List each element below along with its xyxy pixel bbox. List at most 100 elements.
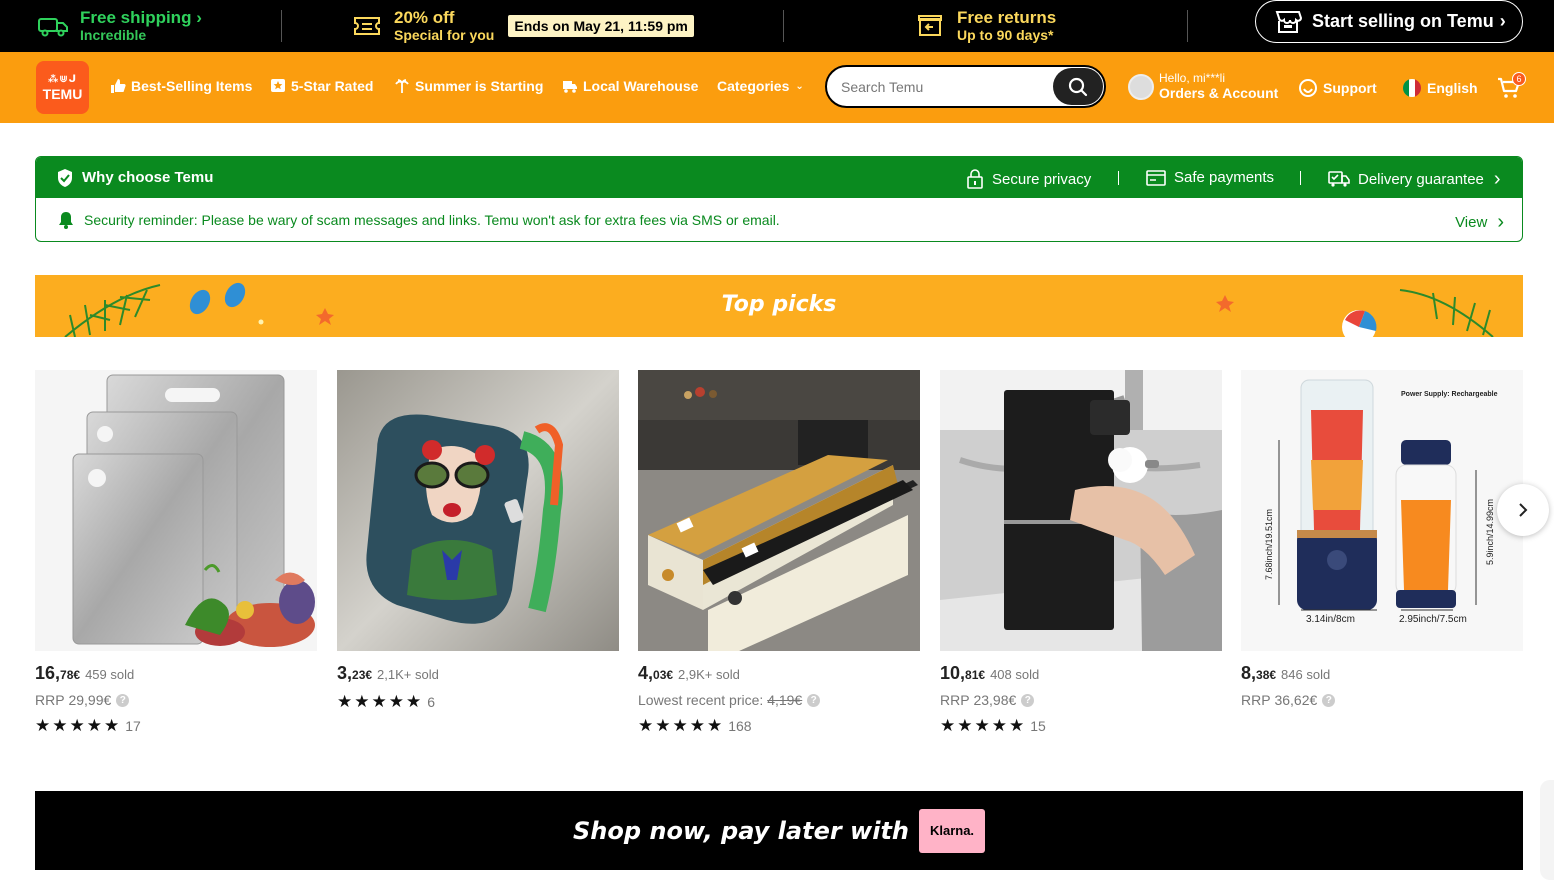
chevron-right-icon: › [1499,11,1506,31]
price-decimal: 38€ [1256,668,1277,682]
rating[interactable]: ★★★★★ 6 [337,692,619,712]
product-image[interactable]: Power Supply: Rechargeable 3.14in/8cm 2.… [1241,370,1523,651]
reference-price-value: 23,98€ [973,692,1017,708]
info-icon[interactable]: ? [1021,693,1035,707]
reference-price: Lowest recent price: 4,19€? [638,692,920,708]
rating[interactable]: ★★★★★ 168 [638,716,920,736]
star-rating: ★★★★★ [337,692,424,711]
price-decimal: 03€ [653,668,674,682]
why-choose-panel: Why choose Temu Secure privacy Safe paym… [35,156,1523,242]
top-picks-title: Top picks [721,292,837,317]
review-count: 15 [1030,718,1046,734]
avatar [1128,73,1154,100]
nav-summer[interactable]: Summer is Starting [394,78,543,94]
review-count: 6 [427,694,435,710]
klarna-banner[interactable]: Shop now, pay later with Klarna. [35,791,1523,870]
card-icon [1146,169,1166,186]
truck-icon [562,78,578,94]
chevron-right-icon: › [1493,168,1501,190]
info-icon[interactable]: ? [807,693,821,707]
reference-price: RRP 29,99€? [35,692,317,708]
product-image[interactable] [940,370,1222,651]
blender-width-text-2: 2.95inch/7.5cm [1399,614,1467,625]
review-count: 168 [728,718,752,734]
logo-glyphs: ⁂⋓ᒍ [47,73,78,85]
info-icon[interactable]: ? [1322,693,1336,707]
shipping-title: Free shipping [80,7,192,27]
nav-categories[interactable]: Categories ⌄ [717,78,804,94]
delivery-guarantee-label: Delivery guarantee [1358,170,1484,188]
nav-five-star[interactable]: 5-Star Rated [270,78,373,94]
view-link[interactable]: View › [1455,212,1504,232]
discount-promo[interactable]: 20% off Special for you Ends on May 21, … [350,0,694,52]
sold-count: 408 sold [990,667,1040,682]
product-image[interactable] [337,370,619,651]
support-icon [1298,78,1318,98]
reference-price-value: 4,19€ [767,692,803,708]
rating[interactable]: ★★★★★ 17 [35,716,317,736]
nav-best-selling-label: Best-Selling Items [131,78,253,94]
language-selector[interactable]: English [1402,78,1478,98]
price-integer: 4, [638,663,654,683]
reference-price-label: RRP [1241,692,1271,708]
logo-text: TEMU [42,85,83,102]
star-rating: ★★★★★ [35,716,122,735]
carousel-next-button[interactable] [1497,484,1549,536]
sold-count: 459 sold [85,667,135,682]
why-choose-header[interactable]: Why choose Temu Secure privacy Safe paym… [36,157,1522,198]
security-reminder: Security reminder: Please be wary of sca… [36,198,1522,241]
free-returns-promo[interactable]: Free returns Up to 90 days* [913,0,1056,52]
klarna-text: Shop now, pay later with [572,816,910,845]
search-button[interactable] [1053,68,1103,105]
product-card[interactable]: 4, 03€ 2,9K+ sold Lowest recent price: 4,… [638,370,920,736]
secure-privacy-label: Secure privacy [992,170,1092,188]
account-menu[interactable]: Hello, mi***li Orders & Account [1128,71,1278,102]
return-box-icon [913,13,947,39]
price-decimal: 23€ [352,668,373,682]
start-selling-button[interactable]: Start selling on Temu › [1255,0,1523,43]
product-card[interactable]: 3, 23€ 2,1K+ sold ★★★★★ 6 [337,370,619,712]
ends-badge: Ends on May 21, 11:59 pm [508,15,694,37]
nav-categories-label: Categories [717,78,790,94]
temu-logo[interactable]: ⁂⋓ᒍ TEMU [36,61,89,114]
nav-local-warehouse[interactable]: Local Warehouse [562,78,698,94]
side-panel-tab[interactable] [1540,780,1554,880]
delivery-truck-icon [1328,170,1350,188]
nav-five-star-label: 5-Star Rated [291,78,374,94]
search-input[interactable] [841,78,1041,95]
search-icon [1068,77,1088,97]
free-shipping-promo[interactable]: Free shipping › Incredible [36,0,202,52]
nav-best-selling[interactable]: Best-Selling Items [110,78,252,94]
shipping-subtitle: Incredible [80,26,147,43]
klarna-logo: Klarna. [919,808,986,853]
discount-title: 20% off [394,7,455,27]
product-image[interactable] [35,370,317,651]
shield-check-icon [56,168,74,188]
returns-title: Free returns [957,7,1057,27]
account-greeting: Hello, mi***li [1159,71,1226,85]
support-label: Support [1323,80,1377,96]
price-decimal: 78€ [60,668,81,682]
divider [1118,171,1119,185]
search-bar [825,65,1106,108]
product-card[interactable]: 10, 81€ 408 sold RRP 23,98€? ★★★★★ 15 [940,370,1222,736]
nav-local-warehouse-label: Local Warehouse [583,78,699,94]
support-link[interactable]: Support [1298,78,1377,98]
sold-count: 2,9K+ sold [678,667,740,682]
reference-price-label: RRP [940,692,970,708]
rating[interactable]: ★★★★★ 15 [940,716,1222,736]
product-image[interactable] [638,370,920,651]
reference-price: RRP 23,98€? [940,692,1222,708]
info-icon[interactable]: ? [116,693,130,707]
sold-count: 2,1K+ sold [377,667,439,682]
product-card[interactable]: 16, 78€ 459 sold RRP 29,99€? ★★★★★ 17 [35,370,317,736]
cart-count-badge: 6 [1512,72,1526,86]
chevron-right-icon: › [1497,211,1504,233]
discount-subtitle: Special for you [394,26,495,43]
returns-subtitle: Up to 90 days* [957,26,1054,43]
language-label: English [1427,80,1478,96]
product-card[interactable]: Power Supply: Rechargeable 3.14in/8cm 2.… [1241,370,1523,708]
blender-height-text-2: 5.9inch/14.99cm [1485,499,1495,565]
divider [783,10,784,42]
store-icon [1274,9,1302,35]
